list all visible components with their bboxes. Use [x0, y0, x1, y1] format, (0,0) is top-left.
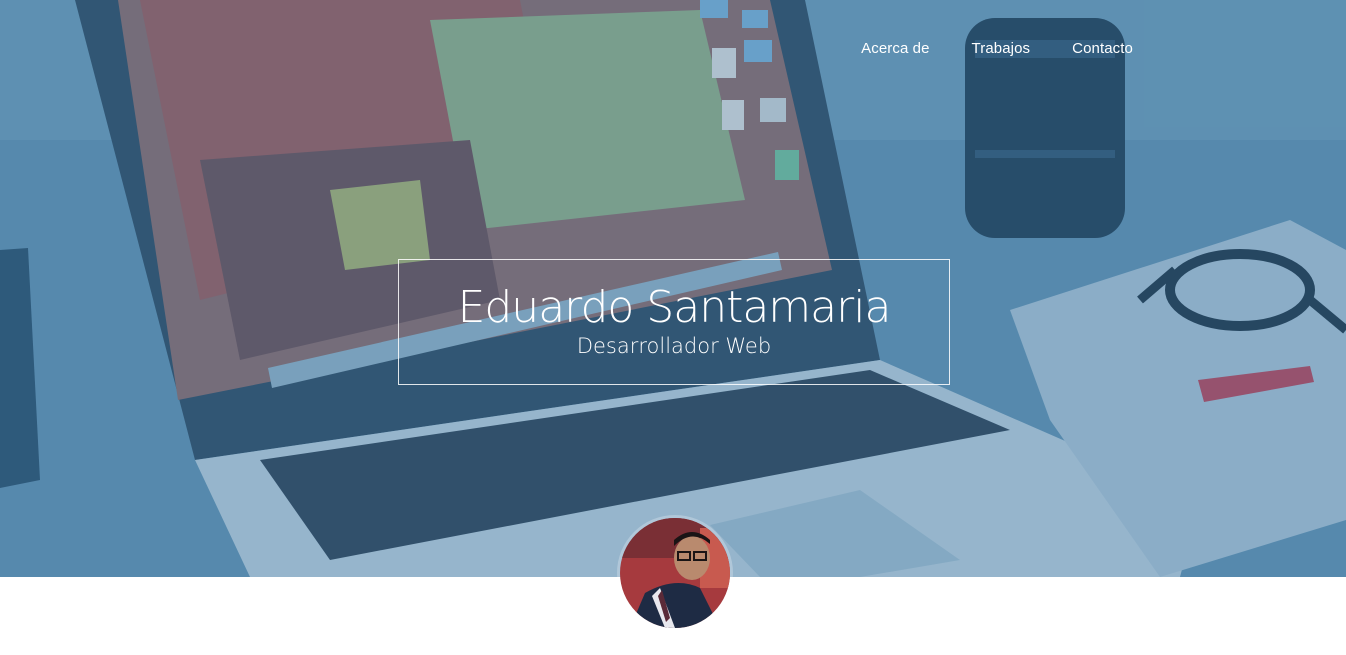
profile-photo — [620, 518, 730, 628]
main-nav: Acerca de Trabajos Contacto — [840, 38, 1154, 59]
hero-role: Desarrollador Web — [576, 334, 772, 358]
nav-link-contacto[interactable]: Contacto — [1051, 38, 1154, 59]
nav-link-trabajos[interactable]: Trabajos — [951, 38, 1052, 59]
avatar — [620, 518, 730, 628]
hero-title-box: Eduardo Santamaria Desarrollador Web — [398, 259, 950, 385]
hero-name: Eduardo Santamaria — [457, 282, 892, 333]
nav-link-acerca-de[interactable]: Acerca de — [840, 38, 950, 59]
hero-section: Acerca de Trabajos Contacto Eduardo Sant… — [0, 0, 1346, 577]
